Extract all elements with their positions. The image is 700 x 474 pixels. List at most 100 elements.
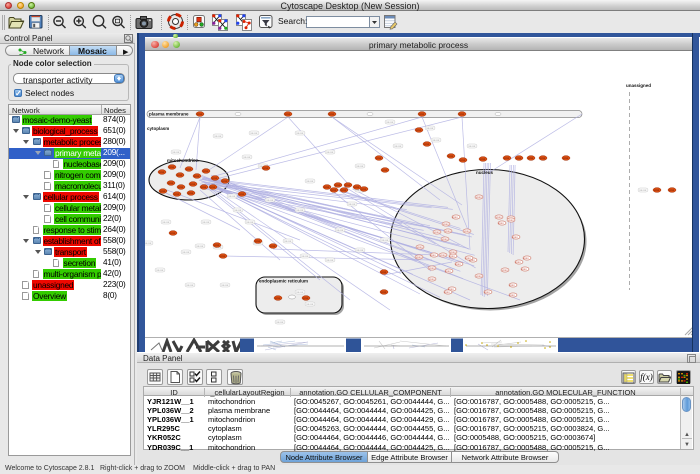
svg-text:xxxx: xxxx <box>419 113 425 116</box>
svg-text:xxxx: xxxx <box>429 277 435 281</box>
svg-text:xxxx: xxxx <box>177 174 183 177</box>
svg-text:xxxx: xxxx <box>528 157 534 160</box>
svg-text:xxxx: xxxx <box>464 229 470 233</box>
svg-text:xxxx: xxxx <box>509 293 515 297</box>
svg-text:xxxx: xxxx <box>450 250 456 254</box>
svg-text:xx-xx: xx-xx <box>284 239 291 243</box>
svg-text:xx-xx: xx-xx <box>186 283 193 287</box>
svg-text:xx-xx: xx-xx <box>234 208 241 212</box>
svg-text:xx-xx: xx-xx <box>296 208 303 212</box>
svg-text:xxxx: xxxx <box>429 266 435 270</box>
svg-text:xxxx: xxxx <box>563 157 569 160</box>
svg-text:xxxx: xxxx <box>270 245 276 248</box>
svg-text:xx-xx: xx-xx <box>468 144 475 148</box>
svg-text:xxxx: xxxx <box>434 230 440 234</box>
svg-text:xx-xx: xx-xx <box>326 258 333 262</box>
svg-text:xxxx: xxxx <box>498 221 504 225</box>
svg-text:xxxx: xxxx <box>188 192 194 195</box>
svg-text:xx-xx: xx-xx <box>196 244 203 248</box>
svg-text:xxxx: xxxx <box>445 229 451 233</box>
svg-text:xx-xx: xx-xx <box>228 194 235 198</box>
svg-text:xxxx: xxxx <box>523 256 529 260</box>
svg-text:xxxx: xxxx <box>452 215 458 219</box>
svg-text:xxxx: xxxx <box>476 274 482 278</box>
svg-text:xx-xx: xx-xx <box>250 131 257 135</box>
svg-text:xx-xx: xx-xx <box>356 164 363 168</box>
svg-text:xx-xx: xx-xx <box>394 144 401 148</box>
svg-text:endoplasmic reticulum: endoplasmic reticulum <box>259 279 308 284</box>
svg-text:xxxx: xxxx <box>516 157 522 160</box>
svg-text:xxxx: xxxx <box>178 186 184 189</box>
svg-text:xxxx: xxxx <box>197 113 203 116</box>
svg-text:xxxx: xxxx <box>459 113 465 116</box>
svg-text:xxxx: xxxx <box>303 297 309 300</box>
svg-text:xxxx: xxxx <box>512 235 518 239</box>
svg-text:xxxx: xxxx <box>504 157 510 160</box>
svg-text:xx-xx: xx-xx <box>266 198 273 202</box>
svg-text:xxxx: xxxx <box>210 186 216 189</box>
svg-text:xx-xx: xx-xx <box>172 150 179 154</box>
svg-text:xxxx: xxxx <box>443 222 449 226</box>
svg-text:xxxx: xxxx <box>169 166 175 169</box>
svg-text:mitochondrion: mitochondrion <box>167 158 199 163</box>
svg-text:xxxx: xxxx <box>444 290 450 294</box>
svg-text:xxxx: xxxx <box>203 170 209 173</box>
svg-text:xxxx: xxxx <box>170 232 176 235</box>
svg-text:xxxx: xxxx <box>455 262 461 266</box>
svg-text:xx-xx: xx-xx <box>221 283 228 287</box>
svg-text:xxxx: xxxx <box>331 189 337 192</box>
svg-text:xxxx: xxxx <box>214 244 220 247</box>
svg-text:xxxx: xxxx <box>201 186 207 189</box>
svg-text:xxxx: xxxx <box>440 253 446 257</box>
svg-text:xx-xx: xx-xx <box>182 250 189 254</box>
svg-text:xxxx: xxxx <box>540 157 546 160</box>
svg-text:xxxx: xxxx <box>416 255 422 259</box>
svg-text:xx-xx: xx-xx <box>336 228 343 232</box>
svg-text:xx-xx: xx-xx <box>386 120 393 124</box>
svg-text:xxxx: xxxx <box>476 195 482 199</box>
svg-text:xxxx: xxxx <box>194 175 200 178</box>
svg-text:xxxx: xxxx <box>445 269 451 273</box>
svg-text:xxxx: xxxx <box>381 271 387 274</box>
svg-text:xx-xx: xx-xx <box>296 131 303 135</box>
svg-text:xxxx: xxxx <box>212 177 218 180</box>
svg-text:xx-xx: xx-xx <box>214 134 221 138</box>
svg-text:xxxx: xxxx <box>220 255 226 258</box>
svg-text:xxxx: xxxx <box>465 256 471 260</box>
svg-text:unassigned: unassigned <box>626 83 651 88</box>
svg-text:xxxx: xxxx <box>480 158 486 161</box>
svg-text:xxxx: xxxx <box>285 113 291 116</box>
svg-text:xxxx: xxxx <box>515 260 521 264</box>
svg-text:xxxx: xxxx <box>329 113 335 116</box>
svg-text:xx-xx: xx-xx <box>381 238 388 242</box>
svg-text:xxxx: xxxx <box>484 290 490 294</box>
svg-text:xxxx: xxxx <box>448 155 454 158</box>
svg-text:xxxx: xxxx <box>381 291 387 294</box>
svg-text:xxxx: xxxx <box>416 129 422 132</box>
svg-text:nucleus: nucleus <box>476 170 494 175</box>
svg-text:xx-xx: xx-xx <box>243 155 250 159</box>
svg-text:xxxx: xxxx <box>222 180 228 183</box>
svg-text:xxxx: xxxx <box>159 171 165 174</box>
svg-text:xxxx: xxxx <box>263 167 269 170</box>
svg-text:xxxx: xxxx <box>417 245 423 249</box>
svg-text:xxxx: xxxx <box>460 159 466 162</box>
svg-text:xx-xx: xx-xx <box>145 241 152 245</box>
svg-text:xxxx: xxxx <box>186 168 192 171</box>
svg-text:xxxx: xxxx <box>335 184 341 187</box>
svg-text:xxxx: xxxx <box>509 283 515 287</box>
svg-text:xxxx: xxxx <box>430 253 436 257</box>
svg-text:xxxx: xxxx <box>382 169 388 172</box>
svg-text:xxxx: xxxx <box>255 240 261 243</box>
svg-text:xxxx: xxxx <box>190 183 196 186</box>
svg-text:xx-xx: xx-xx <box>348 202 355 206</box>
svg-text:xxxx: xxxx <box>424 143 430 146</box>
svg-text:cytoplasm: cytoplasm <box>147 126 169 131</box>
svg-text:xx-xx: xx-xx <box>356 248 363 252</box>
svg-text:xx-xx: xx-xx <box>202 220 209 224</box>
svg-text:xxxx: xxxx <box>239 193 245 196</box>
svg-text:xx-xx: xx-xx <box>306 179 313 183</box>
svg-text:xx-xx: xx-xx <box>426 126 433 130</box>
svg-text:xxxx: xxxx <box>496 215 502 219</box>
svg-text:xx-xx: xx-xx <box>246 220 253 224</box>
